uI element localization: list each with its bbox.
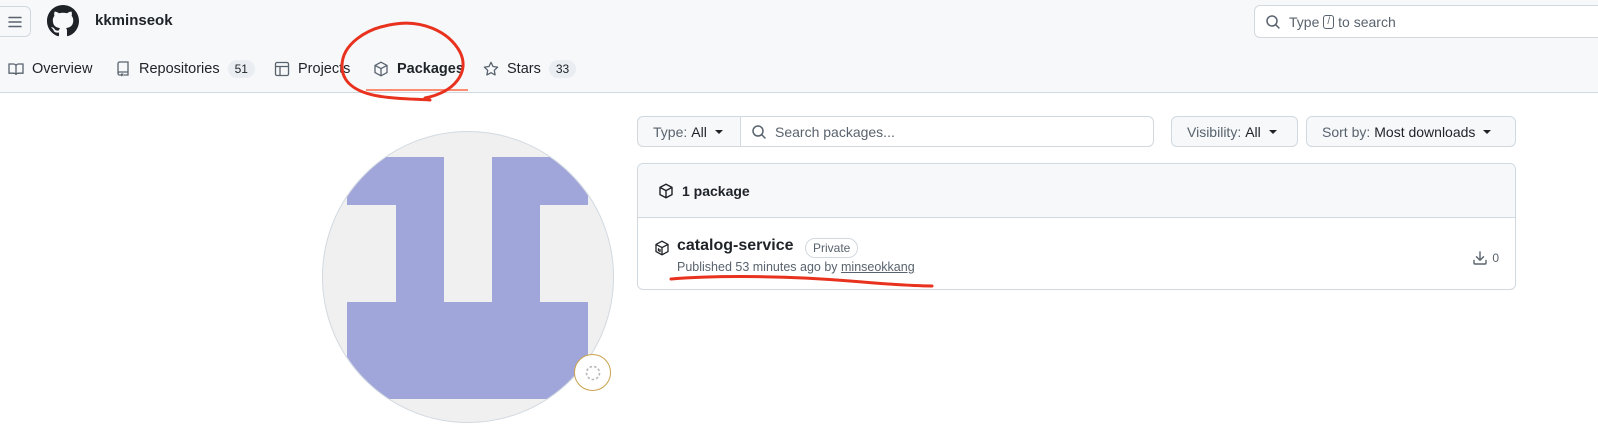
tab-projects[interactable]: Projects bbox=[274, 50, 350, 88]
tab-repositories-label: Repositories bbox=[139, 61, 220, 77]
package-list-header: 1 package bbox=[638, 164, 1515, 218]
type-filter-label: Type: bbox=[653, 123, 688, 140]
tab-stars[interactable]: Stars 33 bbox=[483, 50, 577, 88]
profile-avatar[interactable] bbox=[322, 131, 614, 423]
search-hotkey: / bbox=[1323, 14, 1335, 29]
package-count: 1 package bbox=[682, 182, 750, 199]
visibility-filter-label: Visibility: bbox=[1187, 123, 1242, 140]
list-item: catalog-service Private Published 53 min… bbox=[638, 218, 1515, 289]
tab-packages[interactable]: Packages bbox=[373, 50, 464, 88]
author-link[interactable]: minseokkang bbox=[841, 260, 915, 274]
global-search-input[interactable]: Type / to search bbox=[1254, 5, 1598, 38]
search-icon bbox=[752, 124, 766, 139]
tab-overview[interactable]: Overview bbox=[8, 50, 92, 88]
download-count-value: 0 bbox=[1492, 251, 1499, 265]
repositories-count-badge: 51 bbox=[227, 60, 255, 78]
package-search-placeholder: Search packages... bbox=[775, 123, 895, 140]
table-icon bbox=[274, 61, 290, 77]
caret-down-icon bbox=[1483, 129, 1492, 134]
type-filter-value: All bbox=[691, 123, 707, 140]
container-icon bbox=[655, 240, 669, 256]
package-name-link[interactable]: catalog-service bbox=[677, 237, 794, 255]
top-header: kkminseok Type / to search Overview Repo… bbox=[0, 0, 1598, 93]
set-status-button[interactable] bbox=[574, 354, 611, 391]
loading-spinner-icon bbox=[585, 365, 600, 380]
sort-dropdown[interactable]: Sort by: Most downloads bbox=[1306, 116, 1516, 147]
tab-repositories[interactable]: Repositories 51 bbox=[115, 50, 255, 88]
tab-projects-label: Projects bbox=[298, 61, 351, 77]
sort-value: Most downloads bbox=[1374, 123, 1476, 140]
package-icon bbox=[659, 183, 673, 198]
package-search-input[interactable]: Search packages... bbox=[740, 116, 1154, 147]
stars-count-badge: 33 bbox=[548, 60, 577, 78]
download-count: 0 bbox=[1472, 250, 1499, 266]
caret-down-icon bbox=[714, 129, 723, 134]
search-icon bbox=[1266, 14, 1280, 29]
tab-overview-label: Overview bbox=[32, 61, 93, 77]
type-filter-dropdown[interactable]: Type: All bbox=[637, 116, 741, 147]
visibility-filter-dropdown[interactable]: Visibility: All bbox=[1171, 116, 1298, 147]
published-text: Published 53 minutes ago by bbox=[677, 260, 838, 274]
menu-button[interactable] bbox=[0, 6, 31, 37]
tab-packages-label: Packages bbox=[397, 61, 464, 77]
search-hint-end: to search bbox=[1338, 13, 1396, 30]
caret-down-icon bbox=[1268, 129, 1277, 134]
sort-label: Sort by: bbox=[1322, 123, 1371, 140]
search-hint-start: Type bbox=[1289, 13, 1320, 30]
visibility-badge: Private bbox=[805, 238, 859, 258]
github-logo-icon[interactable] bbox=[47, 5, 79, 37]
star-icon bbox=[483, 61, 499, 76]
package-icon bbox=[374, 61, 388, 77]
book-icon bbox=[8, 63, 24, 76]
package-list: 1 package catalog-service Private Publis… bbox=[637, 163, 1516, 290]
profile-username[interactable]: kkminseok bbox=[95, 12, 173, 29]
repo-icon bbox=[117, 61, 129, 77]
tab-stars-label: Stars bbox=[507, 61, 541, 77]
visibility-filter-value: All bbox=[1245, 123, 1261, 140]
download-icon bbox=[1473, 251, 1488, 265]
hamburger-icon bbox=[8, 16, 22, 27]
active-tab-underline bbox=[366, 89, 468, 91]
package-meta: Published 53 minutes ago by minseokkang bbox=[677, 260, 915, 274]
